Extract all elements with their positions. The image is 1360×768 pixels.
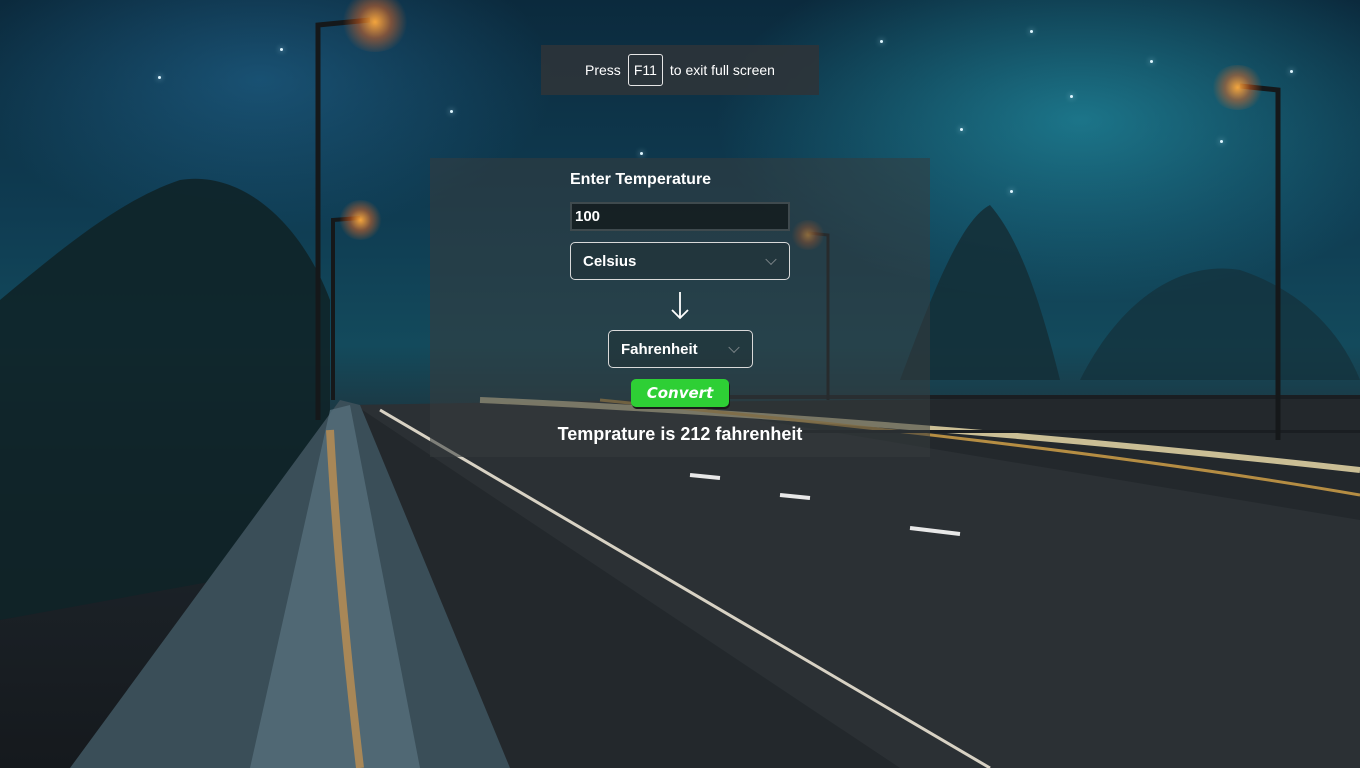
fullscreen-exit-hint: Press F11 to exit full screen [541,45,819,95]
arrow-down-icon [671,292,689,320]
street-lamp-glow [1210,65,1265,110]
chevron-down-icon [728,341,740,354]
from-unit-select[interactable]: Celsius [570,242,790,280]
hint-prefix: Press [585,62,621,78]
hint-suffix: to exit full screen [669,62,775,78]
to-unit-select[interactable]: Fahrenheit [608,330,753,368]
from-unit-value: Celsius [583,252,637,270]
to-unit-value: Fahrenheit [621,340,698,358]
temperature-converter-panel: Enter Temperature Celsius Fahrenheit Con… [430,158,930,457]
temperature-input[interactable] [570,202,790,231]
chevron-down-icon [765,253,777,266]
enter-temperature-heading: Enter Temperature [570,171,712,188]
convert-button[interactable]: Convert [631,379,729,407]
page-background: Press F11 to exit full screen Enter Temp… [0,0,1360,768]
street-lamp-glow [338,200,383,240]
conversion-result: Temprature is 212 fahrenheit [557,424,803,444]
f11-key-badge: F11 [627,54,663,86]
